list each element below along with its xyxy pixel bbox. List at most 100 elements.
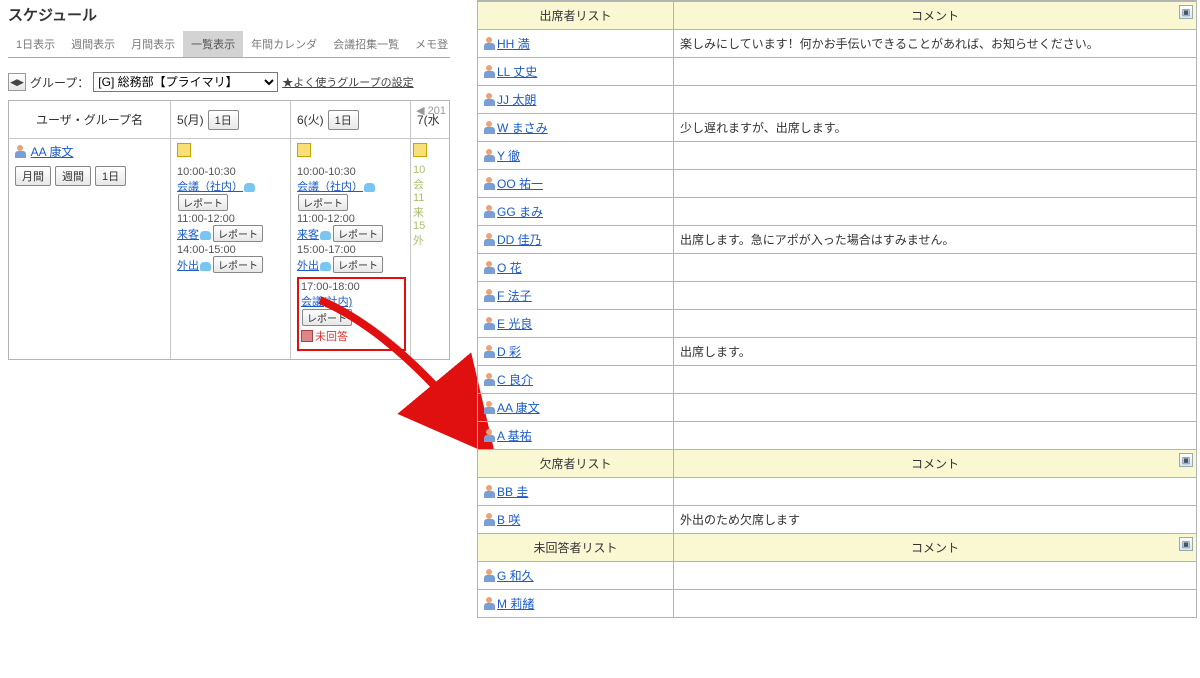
person-icon: [484, 569, 495, 582]
attendee-table: 出席者リスト コメント▣ HH 満 楽しみにしています！何かお手伝いできることがあ…: [477, 1, 1197, 618]
table-row: A 基祐: [478, 422, 1197, 450]
expand-icon[interactable]: ▣: [1179, 453, 1193, 467]
table-row: B 咲 外出のため欠席します: [478, 506, 1197, 534]
th-comment: コメント▣: [674, 534, 1197, 562]
page-title: スケジュール: [8, 4, 450, 25]
tab-month[interactable]: 月間表示: [123, 31, 183, 57]
col-user-header: ユーザ・グループ名: [9, 101, 171, 138]
comment-cell: 楽しみにしています！何かお手伝いできることがあれば、お知らせください。: [674, 30, 1197, 58]
new-event-icon[interactable]: [177, 143, 191, 157]
day6-btn[interactable]: 1日: [328, 110, 359, 130]
fav-groups-link[interactable]: ★よく使うグループの設定: [282, 74, 413, 90]
report-btn[interactable]: レポート: [333, 256, 383, 273]
user-link[interactable]: G 和久: [497, 569, 534, 583]
person-icon: [484, 93, 495, 106]
cloud-icon: [364, 183, 375, 192]
person-icon: [484, 261, 495, 274]
user-link[interactable]: D 彩: [497, 345, 521, 359]
new-event-icon[interactable]: [297, 143, 311, 157]
person-icon: [484, 37, 495, 50]
report-btn[interactable]: レポート: [178, 194, 228, 211]
user-link[interactable]: GG まみ: [497, 205, 543, 219]
event-link[interactable]: 外出: [297, 260, 319, 272]
report-btn[interactable]: レポート: [333, 225, 383, 242]
comment-cell: [674, 366, 1197, 394]
comment-cell: [674, 58, 1197, 86]
user-link[interactable]: Y 徹: [497, 149, 520, 163]
event-link[interactable]: 会議（社内）: [177, 181, 243, 193]
user-link[interactable]: C 良介: [497, 373, 533, 387]
user-link[interactable]: LL 丈史: [497, 65, 537, 79]
user-link[interactable]: O 花: [497, 261, 522, 275]
tab-year[interactable]: 年間カレンダ: [243, 31, 325, 57]
table-row: HH 満 楽しみにしています！何かお手伝いできることがあれば、お知らせください。: [478, 30, 1197, 58]
group-select[interactable]: [G] 総務部【プライマリ】: [93, 72, 278, 92]
event-link[interactable]: 会議（社内）: [297, 181, 363, 193]
comment-cell: [674, 86, 1197, 114]
table-row: GG まみ: [478, 198, 1197, 226]
user-day-btn[interactable]: 1日: [95, 166, 126, 186]
user-week-btn[interactable]: 週間: [55, 166, 91, 186]
user-link[interactable]: DD 佳乃: [497, 233, 542, 247]
new-event-icon[interactable]: [413, 143, 427, 157]
comment-cell: 少し遅れますが、出席します。: [674, 114, 1197, 142]
user-link[interactable]: E 光良: [497, 317, 532, 331]
person-icon: [15, 145, 26, 158]
event-link[interactable]: 来客: [177, 229, 199, 241]
user-link[interactable]: HH 満: [497, 37, 530, 51]
comment-cell: [674, 170, 1197, 198]
tab-memo[interactable]: メモ登: [407, 31, 456, 57]
comment-cell: [674, 478, 1197, 506]
comment-cell: [674, 590, 1197, 618]
user-link[interactable]: OO 祐一: [497, 177, 543, 191]
comment-cell: [674, 282, 1197, 310]
user-link[interactable]: AA 康文: [497, 401, 540, 415]
report-btn[interactable]: レポート: [302, 309, 352, 326]
report-btn[interactable]: レポート: [213, 256, 263, 273]
comment-cell: [674, 394, 1197, 422]
report-btn[interactable]: レポート: [298, 194, 348, 211]
tab-day[interactable]: 1日表示: [8, 31, 63, 57]
event-link[interactable]: 来客: [297, 229, 319, 241]
comment-cell: 外出のため欠席します: [674, 506, 1197, 534]
col-day-5: 5(月) 1日: [171, 101, 291, 138]
expand-icon[interactable]: ▣: [1179, 537, 1193, 551]
calendar-grid: ◀ 201 ユーザ・グループ名 5(月) 1日 6(火) 1日 7(水 A: [8, 100, 450, 360]
user-month-btn[interactable]: 月間: [15, 166, 51, 186]
person-icon: [484, 177, 495, 190]
event-link[interactable]: 会議(社内): [301, 296, 352, 308]
person-icon: [484, 429, 495, 442]
tab-meetings[interactable]: 会議招集一覧: [325, 31, 407, 57]
cell-day5: 10:00-10:30会議（社内）レポート 11:00-12:00来客レポート …: [171, 139, 291, 359]
th-unreply: 未回答者リスト: [478, 534, 674, 562]
table-row: BB 圭: [478, 478, 1197, 506]
unreply-icon: [301, 330, 313, 342]
user-link[interactable]: A 基祐: [497, 429, 532, 443]
user-link[interactable]: M 莉緒: [497, 597, 534, 611]
tab-list[interactable]: 一覧表示: [183, 31, 243, 57]
user-link[interactable]: JJ 太朗: [497, 93, 536, 107]
user-link[interactable]: F 法子: [497, 289, 532, 303]
comment-cell: [674, 310, 1197, 338]
group-label: グループ：: [30, 74, 89, 91]
user-link[interactable]: B 咲: [497, 513, 520, 527]
table-row: G 和久: [478, 562, 1197, 590]
date-nav[interactable]: ◀ 201: [416, 104, 446, 117]
th-absent: 欠席者リスト: [478, 450, 674, 478]
person-icon: [484, 205, 495, 218]
th-attendees: 出席者リスト: [478, 2, 674, 30]
day5-btn[interactable]: 1日: [208, 110, 239, 130]
event-link[interactable]: 外出: [177, 260, 199, 272]
report-btn[interactable]: レポート: [213, 225, 263, 242]
user-link[interactable]: BB 圭: [497, 485, 528, 499]
cloud-icon: [200, 231, 211, 240]
person-icon: [484, 513, 495, 526]
user-link[interactable]: W まさみ: [497, 121, 548, 135]
highlighted-event[interactable]: 17:00-18:00 会議(社内)レポート 未回答: [297, 277, 406, 351]
table-row: M 莉緒: [478, 590, 1197, 618]
tab-week[interactable]: 週間表示: [63, 31, 123, 57]
prev-group-icon[interactable]: ◀▶: [8, 73, 26, 91]
expand-icon[interactable]: ▣: [1179, 5, 1193, 19]
table-row: AA 康文: [478, 394, 1197, 422]
user-link[interactable]: AA 康文: [31, 145, 74, 159]
